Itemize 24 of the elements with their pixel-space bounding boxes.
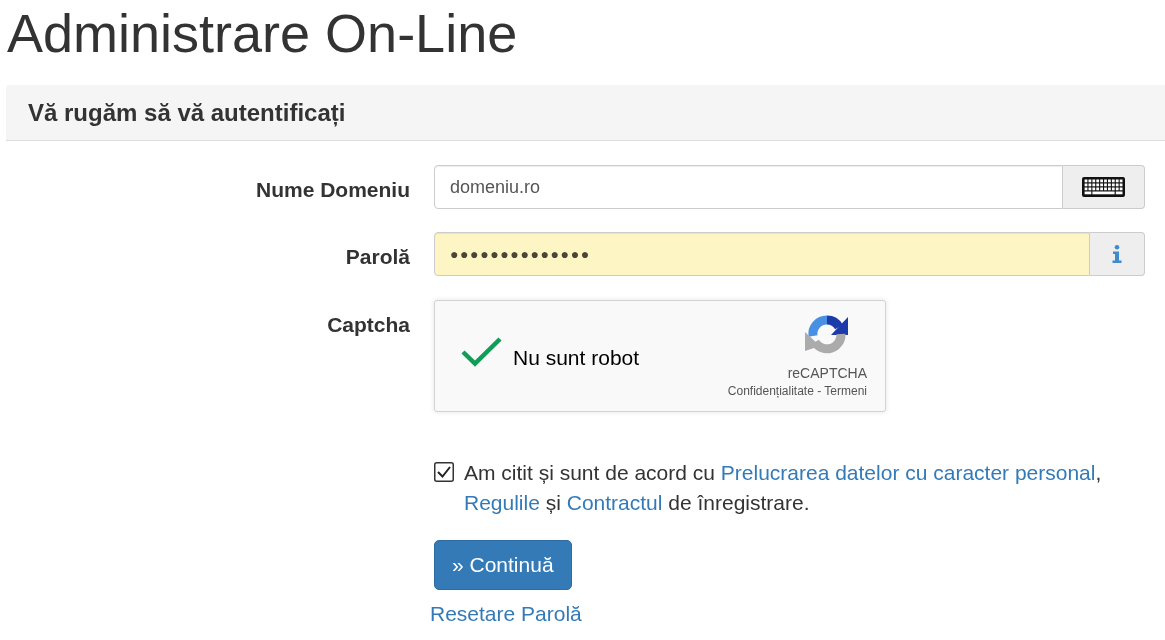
keyboard-icon	[1082, 177, 1125, 197]
captcha-legal-text: Confidențialitate - Termeni	[727, 384, 867, 398]
field-label: Captcha	[326, 312, 410, 338]
password-field[interactable]: ●●●●●●●●●●●●●●	[434, 232, 1090, 276]
inline-link[interactable]: Contractul	[566, 491, 663, 514]
reset-password-link[interactable]: Resetare Parolă	[430, 600, 582, 628]
check-icon[interactable]	[460, 336, 503, 367]
field-label: Parolă	[344, 244, 410, 270]
inline-link[interactable]: Prelucrarea datelor cu caracter personal	[720, 461, 1096, 484]
text-field[interactable]: domeniu.ro	[434, 165, 1063, 209]
inline-link[interactable]: Regulile	[464, 491, 540, 514]
captcha-brand-text: reCAPTCHA	[787, 365, 867, 381]
field-label: Nume Domeniu	[255, 177, 410, 203]
terms-link[interactable]: Termeni	[824, 384, 867, 398]
info-icon	[1112, 245, 1122, 263]
continue-button[interactable]: » Continuă	[434, 540, 572, 590]
page-title: Administrare On-Line	[6, 3, 519, 63]
agreement-checkbox[interactable]	[434, 462, 454, 482]
panel-title: Vă rugăm să vă autentificați	[28, 98, 346, 127]
keyboard-button[interactable]	[1063, 165, 1145, 209]
agreement-text: Am citit și sunt de acord cu Prelucrarea datelor cu caracter personal, Regulile și Contractul de înregistrare.	[464, 460, 1103, 516]
privacy-link[interactable]: Confidențialitate	[727, 384, 814, 398]
info-button[interactable]	[1090, 232, 1145, 276]
captcha-prompt: Nu sunt robot	[513, 346, 640, 370]
